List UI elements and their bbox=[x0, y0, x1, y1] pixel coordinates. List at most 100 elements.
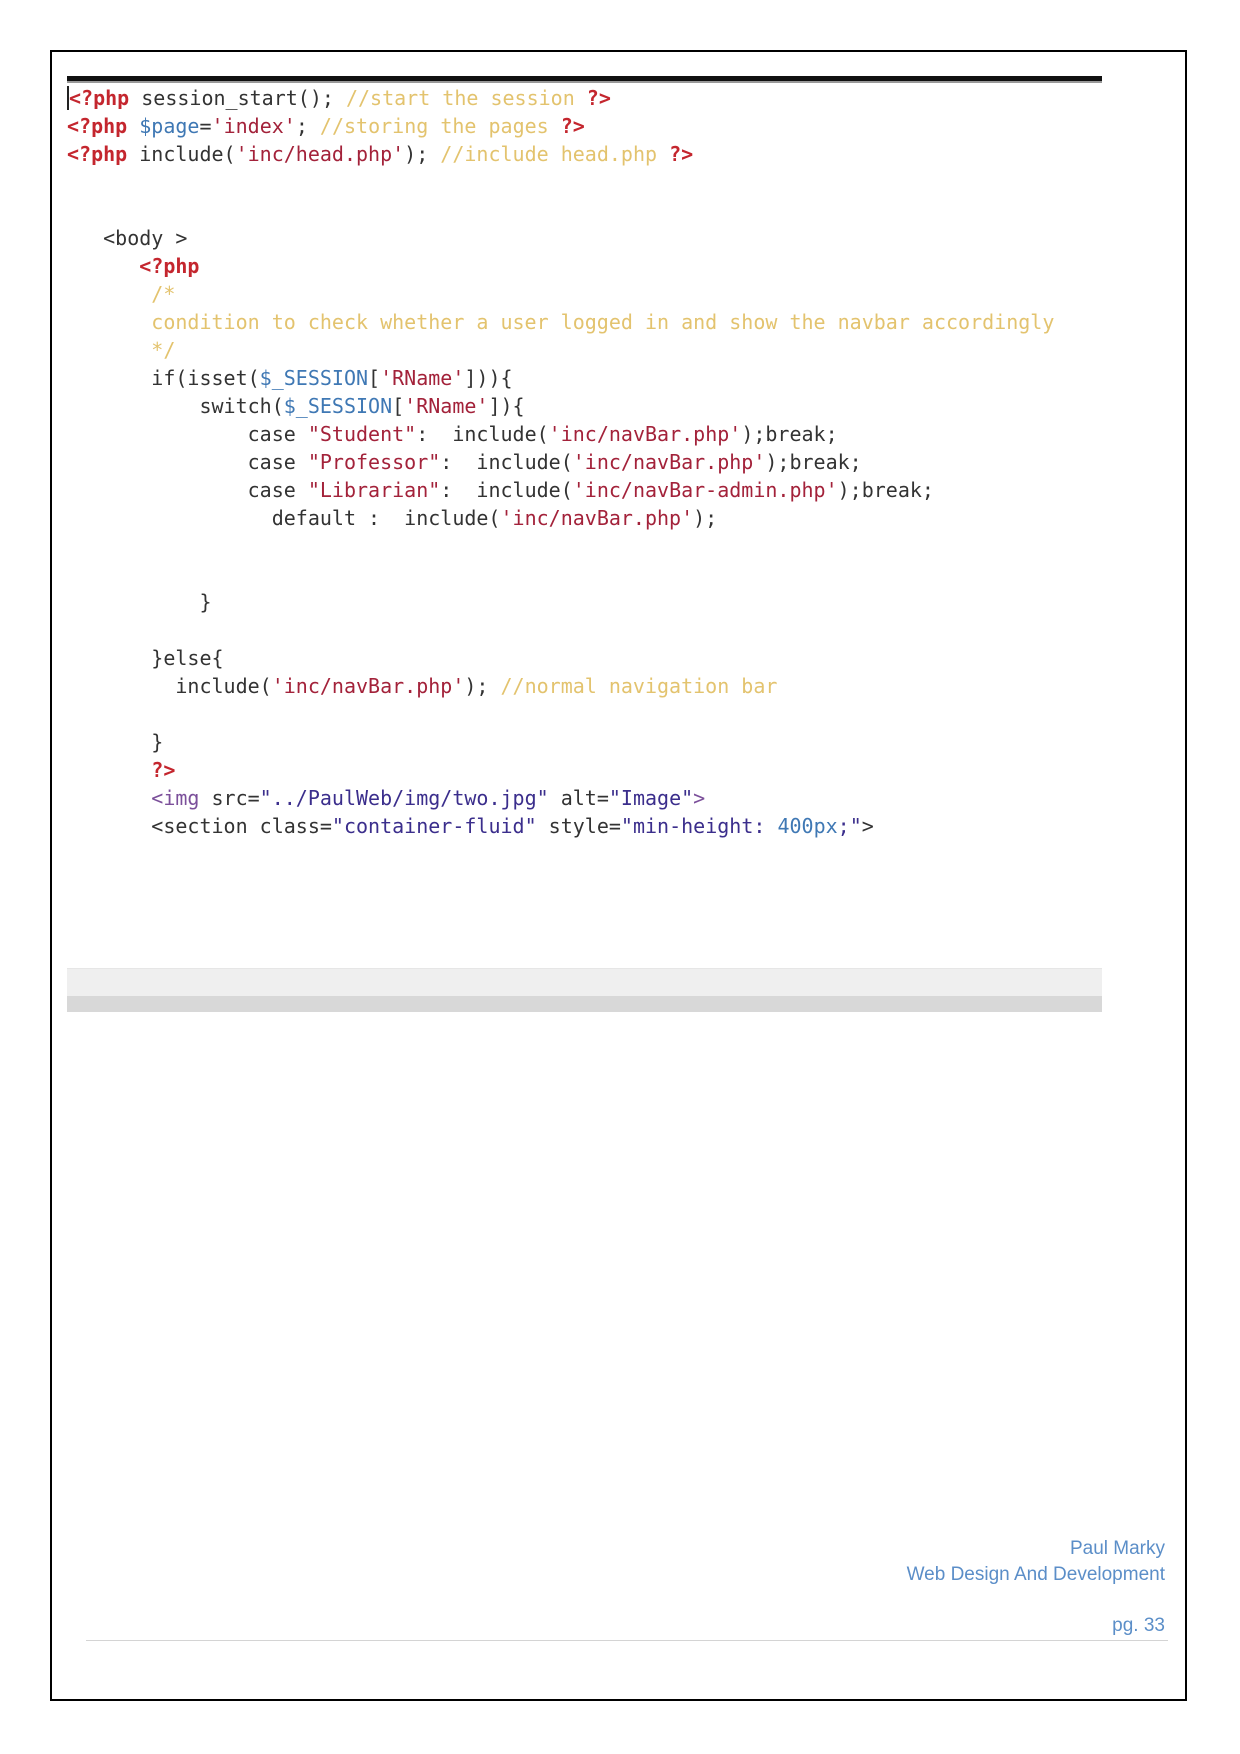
code-token: 'RName' bbox=[404, 394, 489, 418]
code-token: /* bbox=[67, 282, 176, 306]
code-token: case bbox=[67, 450, 308, 474]
code-line: */ bbox=[67, 336, 1054, 364]
editor-bottom-bar bbox=[67, 996, 1102, 1012]
code-token: : include( bbox=[440, 450, 573, 474]
code-token: style= bbox=[536, 814, 621, 838]
code-token: ?> bbox=[669, 142, 694, 166]
code-token: );break; bbox=[765, 450, 862, 474]
code-token: condition to check whether a user logged… bbox=[67, 310, 1055, 334]
code-token: }else{ bbox=[67, 646, 224, 670]
code-token: ?> bbox=[560, 114, 585, 138]
code-token: <section class= bbox=[67, 814, 332, 838]
code-line: }else{ bbox=[67, 644, 1054, 672]
code-token: 'inc/navBar.php' bbox=[548, 422, 742, 446]
code-token: ;" bbox=[837, 814, 862, 838]
code-token: 'inc/navBar.php' bbox=[271, 674, 465, 698]
code-token: 'inc/navBar-admin.php' bbox=[572, 478, 838, 502]
code-token: 'index' bbox=[211, 114, 296, 138]
code-token: <?php bbox=[67, 114, 128, 138]
editor-scrollbar-track bbox=[67, 968, 1102, 996]
code-token: switch( bbox=[67, 394, 284, 418]
code-token: $_SESSION bbox=[283, 394, 393, 418]
code-line: <?php $page='index'; //storing the pages… bbox=[67, 112, 1054, 140]
code-line: case "Professor": include('inc/navBar.ph… bbox=[67, 448, 1054, 476]
code-token: > bbox=[693, 786, 706, 810]
code-token: //include head.php bbox=[440, 142, 670, 166]
code-token: ?> bbox=[67, 758, 176, 782]
code-token: [ bbox=[392, 394, 405, 418]
code-token: case bbox=[67, 422, 308, 446]
code-line: include('inc/navBar.php'); //normal navi… bbox=[67, 672, 1054, 700]
code-token: ; bbox=[295, 114, 320, 138]
code-token: case bbox=[67, 478, 308, 502]
code-token: 400px bbox=[777, 814, 838, 838]
code-token: 'inc/navBar.php' bbox=[572, 450, 766, 474]
code-line: } bbox=[67, 728, 1054, 756]
code-token: ])){ bbox=[464, 366, 513, 390]
code-line: default : include('inc/navBar.php'); bbox=[67, 504, 1054, 532]
code-line: /* bbox=[67, 280, 1054, 308]
code-token: //start the session bbox=[345, 86, 587, 110]
footer-page-number: pg. 33 bbox=[1112, 1615, 1165, 1636]
editor-top-rule bbox=[67, 76, 1102, 83]
code-line: case "Student": include('inc/navBar.php'… bbox=[67, 420, 1054, 448]
footer-divider bbox=[86, 1640, 1168, 1641]
code-token: $page bbox=[139, 114, 200, 138]
code-token: <?php bbox=[67, 142, 128, 166]
code-token: 'RName' bbox=[380, 366, 465, 390]
code-token: session_start(); bbox=[129, 86, 346, 110]
code-token: "Image" bbox=[608, 786, 694, 810]
code-line: } bbox=[67, 588, 1054, 616]
footer-author: Paul Marky bbox=[1069, 1538, 1165, 1559]
code-token: //storing the pages bbox=[319, 114, 561, 138]
code-line: <body > bbox=[67, 224, 1054, 252]
code-token: "min-height: bbox=[620, 814, 778, 838]
code-token: [ bbox=[368, 366, 381, 390]
code-token: src= bbox=[211, 786, 260, 810]
code-line: condition to check whether a user logged… bbox=[67, 308, 1054, 336]
code-line: <?php session_start(); //start the sessi… bbox=[67, 84, 1054, 112]
code-token: */ bbox=[67, 338, 176, 362]
code-token: : include( bbox=[440, 478, 573, 502]
code-token: <img bbox=[67, 786, 212, 810]
code-token: ]){ bbox=[488, 394, 525, 418]
code-token: if(isset( bbox=[67, 366, 260, 390]
code-token: <?php bbox=[67, 86, 130, 110]
code-token: "Librarian" bbox=[307, 478, 441, 502]
code-token: 'inc/head.php' bbox=[235, 142, 405, 166]
code-block: <?php session_start(); //start the sessi… bbox=[67, 84, 1054, 840]
code-token: ); bbox=[693, 506, 718, 530]
code-token: default : include( bbox=[67, 506, 501, 530]
code-token: 'inc/navBar.php' bbox=[500, 506, 694, 530]
code-token: "Student" bbox=[307, 422, 417, 446]
code-line: if(isset($_SESSION['RName'])){ bbox=[67, 364, 1054, 392]
code-token: ); bbox=[404, 142, 441, 166]
code-token: "../PaulWeb/img/two.jpg" bbox=[259, 786, 549, 810]
code-token: } bbox=[67, 730, 164, 754]
code-token: ?> bbox=[586, 86, 611, 110]
code-line: case "Librarian": include('inc/navBar-ad… bbox=[67, 476, 1054, 504]
code-token: //normal navigation bar bbox=[500, 674, 778, 698]
code-token: ); bbox=[464, 674, 501, 698]
code-line: <?php include('inc/head.php'); //include… bbox=[67, 140, 1054, 168]
code-token: > bbox=[861, 814, 874, 838]
code-token: : include( bbox=[416, 422, 549, 446]
code-line: switch($_SESSION['RName']){ bbox=[67, 392, 1054, 420]
code-token: include( bbox=[127, 142, 236, 166]
footer-course: Web Design And Development bbox=[906, 1564, 1165, 1585]
code-token: "Professor" bbox=[307, 450, 441, 474]
code-token: <body > bbox=[67, 226, 188, 250]
code-token: alt= bbox=[548, 786, 609, 810]
code-token: = bbox=[199, 114, 212, 138]
code-token: "container-fluid" bbox=[331, 814, 537, 838]
code-screenshot: <?php session_start(); //start the sessi… bbox=[67, 76, 1102, 1016]
code-line: ?> bbox=[67, 756, 1054, 784]
code-line: <?php bbox=[67, 252, 1054, 280]
code-token: $_SESSION bbox=[259, 366, 369, 390]
